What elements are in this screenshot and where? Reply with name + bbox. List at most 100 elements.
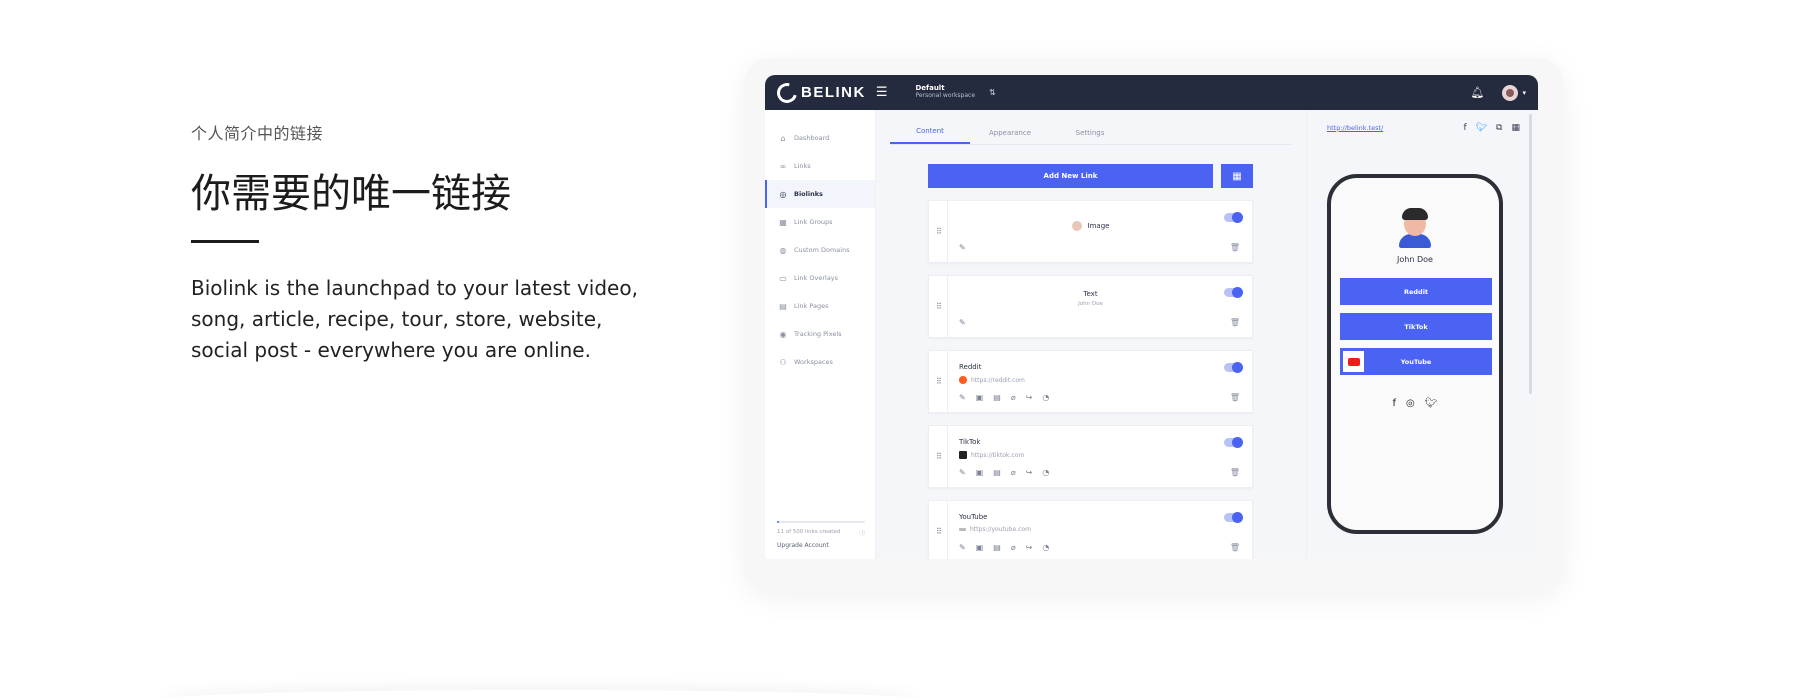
link-card-text[interactable]: ⠿ Text John Doe ✎ 🗑︎ [928,275,1253,338]
page: 个人简介中的链接 你需要的唯一链接 Biolink is the launchp… [0,0,1796,700]
image-icon[interactable]: ▣ [976,543,984,552]
share-icon[interactable]: ↪ [1026,543,1033,552]
trash-icon[interactable]: 🗑︎ [1230,393,1240,402]
editor-tabs: Content Appearance Settings [890,110,1292,145]
youtube-icon [959,528,966,531]
quota-progress-fill [777,521,779,523]
hero-description: Biolink is the launchpad to your latest … [191,276,638,362]
sidebar-item-link-overlays[interactable]: ▭ Link Overlays [765,264,875,292]
tab-appearance[interactable]: Appearance [970,129,1050,144]
image-icon[interactable]: ▣ [976,393,984,402]
pin-icon: ◉ [779,329,787,339]
pencil-icon[interactable]: ✎ [959,468,966,477]
calendar-icon[interactable]: ▤ [993,468,1001,477]
enable-toggle[interactable] [1224,287,1243,298]
trash-icon[interactable]: 🗑︎ [1230,468,1240,477]
card-title: Reddit [959,363,982,371]
calendar-icon[interactable]: ▤ [993,543,1001,552]
preview-link-reddit[interactable]: Reddit [1340,278,1492,305]
workspace-subtitle: Personal workspace [915,92,976,100]
sidebar-item-link-pages[interactable]: ▤ Link Pages [765,292,875,320]
link-card-youtube[interactable]: ⠿ YouTube https://youtube.com ✎ ▣ ▤ ⌀ ↪ ◔ 🗑︎ [928,500,1253,559]
phone-preview: John Doe Reddit TikTok YouTube f ◎ 🐦︎ [1327,174,1503,534]
card-url[interactable]: https://reddit.com [971,377,1025,384]
card-title: Text [1083,290,1098,298]
section-bottom-shadow [160,690,920,700]
sidebar-item-link-groups[interactable]: ▦ Link Groups [765,208,875,236]
pencil-icon[interactable]: ✎ [959,243,966,252]
trash-icon[interactable]: 🗑︎ [1230,243,1240,252]
bell-icon[interactable]: 🔔︎ [1471,86,1485,99]
enable-toggle[interactable] [1224,362,1243,373]
enable-toggle[interactable] [1224,437,1243,448]
sidebar-item-label: Links [794,162,811,170]
sidebar-item-workspaces[interactable]: ⚇ Workspaces [765,348,875,376]
menu-icon[interactable]: ☰ [876,85,888,100]
image-icon[interactable]: ▣ [976,468,984,477]
paperclip-icon[interactable]: ⌀ [1011,543,1016,552]
card-url[interactable]: https://tiktok.com [971,452,1024,459]
facebook-icon[interactable]: f [1393,398,1397,409]
sidebar-item-label: Dashboard [794,134,830,142]
users-icon: ⚇ [779,357,787,367]
calendar-icon[interactable]: ▤ [993,393,1001,402]
paperclip-icon[interactable]: ⌀ [1011,393,1016,402]
sidebar-item-tracking-pixels[interactable]: ◉ Tracking Pixels [765,320,875,348]
twitter-icon[interactable]: 🐦︎ [1425,398,1438,409]
logo-mark-icon [773,78,801,107]
drag-handle-icon[interactable]: ⠿ [936,377,942,386]
drag-handle-icon[interactable]: ⠿ [936,527,942,536]
sidebar-item-biolinks[interactable]: ◎ Biolinks [765,180,875,208]
link-card-reddit[interactable]: ⠿ Reddit https://reddit.com ✎ ▣ ▤ ⌀ ↪ ◔ 🗑︎ [928,350,1253,413]
twitter-icon[interactable]: 🐦︎ [1476,123,1487,133]
sidebar-item-dashboard[interactable]: ⌂ Dashboard [765,124,875,152]
card-url[interactable]: https://youtube.com [970,526,1031,533]
facebook-icon[interactable]: f [1463,123,1466,133]
preview-link-tiktok[interactable]: TikTok [1340,313,1492,340]
reddit-icon [959,376,967,384]
card-toolbar: ✎ ▣ ▤ ⌀ ↪ ◔ [959,468,1049,477]
paperclip-icon[interactable]: ⌀ [1011,468,1016,477]
sidebar-item-custom-domains[interactable]: ◍ Custom Domains [765,236,875,264]
globe-icon: ◍ [779,245,787,255]
share-icon[interactable]: ↪ [1026,393,1033,402]
youtube-thumbnail [1343,351,1364,372]
chevron-updown-icon[interactable]: ⇅ [989,88,996,97]
instagram-icon[interactable]: ◎ [1406,398,1415,409]
link-card-image[interactable]: ⠿ Image ✎ 🗑︎ [928,200,1253,263]
profile-name: John Doe [1397,255,1433,264]
clock-icon[interactable]: ◔ [1042,468,1049,477]
hero-section: 个人简介中的链接 你需要的唯一链接 Biolink is the launchp… [191,120,661,366]
upgrade-account-link[interactable]: Upgrade Account [777,542,865,549]
trash-icon[interactable]: 🗑︎ [1230,543,1240,552]
clock-icon[interactable]: ◔ [1042,543,1049,552]
pencil-icon[interactable]: ✎ [959,393,966,402]
preview-scrollbar[interactable] [1529,114,1532,394]
user-avatar[interactable] [1502,84,1519,101]
tab-settings[interactable]: Settings [1050,129,1130,144]
preview-panel: http://belink.test/ f 🐦︎ ⧉ ▦ John Doe Re… [1306,110,1538,559]
add-new-link-button[interactable]: Add New Link [928,164,1213,188]
pencil-icon[interactable]: ✎ [959,318,966,327]
biolink-url[interactable]: http://belink.test/ [1327,124,1383,132]
qr-code-icon[interactable]: ▦ [1511,123,1520,133]
pencil-icon[interactable]: ✎ [959,543,966,552]
clock-icon[interactable]: ◔ [1042,393,1049,402]
brand-logo[interactable]: BELINK [773,78,866,107]
info-icon[interactable]: ⓘ [859,529,865,537]
blocks-grid-button[interactable]: ▦ [1221,164,1253,188]
tab-content[interactable]: Content [890,127,970,144]
share-icon[interactable]: ↪ [1026,468,1033,477]
card-title: Image [1087,222,1110,230]
copy-icon[interactable]: ⧉ [1496,123,1502,133]
enable-toggle[interactable] [1224,512,1243,523]
enable-toggle[interactable] [1224,212,1243,223]
chevron-down-icon[interactable]: ▾ [1522,89,1526,97]
preview-link-youtube[interactable]: YouTube [1340,348,1492,375]
drag-handle-icon[interactable]: ⠿ [936,452,942,461]
workspace-switcher[interactable]: Default Personal workspace [916,85,976,99]
link-card-tiktok[interactable]: ⠿ TikTok https://tiktok.com ✎ ▣ ▤ ⌀ ↪ ◔ 🗑︎ [928,425,1253,488]
sidebar-item-links[interactable]: ∞ Links [765,152,875,180]
quota-text: 11 of 500 links created [777,529,841,535]
trash-icon[interactable]: 🗑︎ [1230,318,1240,327]
